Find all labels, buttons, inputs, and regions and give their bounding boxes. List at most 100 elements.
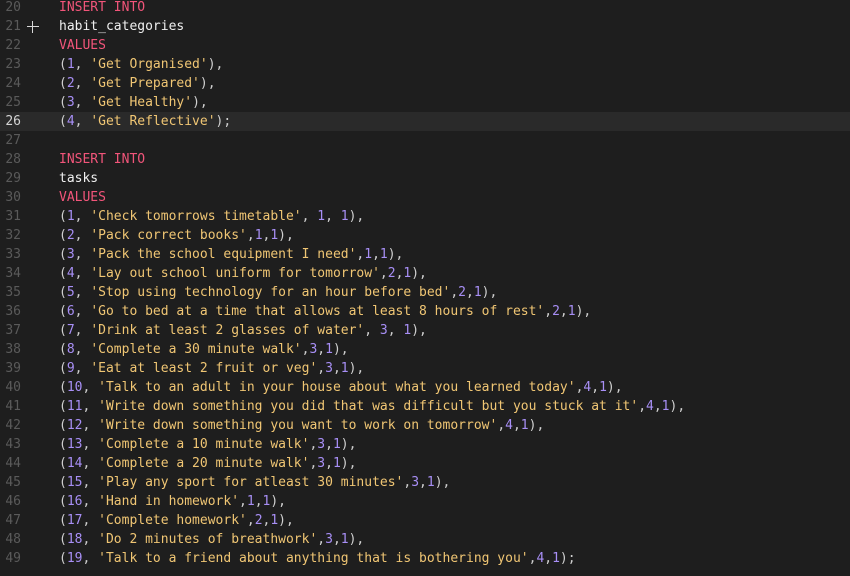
number-literal: 1: [520, 418, 529, 433]
code-text[interactable]: (14, 'Complete a 20 minute walk',3,1),: [59, 454, 356, 473]
code-line[interactable]: 39 (9, 'Eat at least 2 fruit or veg',3,1)…: [0, 359, 850, 378]
code-line[interactable]: 25 (3, 'Get Healthy'),: [0, 93, 850, 112]
code-line[interactable]: 22 VALUES: [0, 36, 850, 55]
punctuation: (: [59, 323, 67, 338]
code-text[interactable]: tasks: [59, 169, 98, 188]
code-text[interactable]: (1, 'Check tomorrows timetable', 1, 1),: [59, 207, 364, 226]
code-line[interactable]: 38 (8, 'Complete a 30 minute walk',3,1),: [0, 340, 850, 359]
code-line[interactable]: 31 (1, 'Check tomorrows timetable', 1, 1)…: [0, 207, 850, 226]
code-line[interactable]: 32 (2, 'Pack correct books',1,1),: [0, 226, 850, 245]
number-literal: 1: [661, 399, 670, 414]
code-line[interactable]: 42 (12, 'Write down something you want to…: [0, 416, 850, 435]
code-line[interactable]: 34 (4, 'Lay out school uniform for tomorr…: [0, 264, 850, 283]
code-text[interactable]: (1, 'Get Organised'),: [59, 55, 223, 74]
punctuation: (: [59, 494, 67, 509]
code-line[interactable]: 47 (17, 'Complete homework',2,1),: [0, 511, 850, 530]
punctuation: ,: [254, 494, 263, 509]
code-text[interactable]: (17, 'Complete homework',2,1),: [59, 511, 294, 530]
string-literal: 'Check tomorrows timetable': [90, 209, 302, 224]
punctuation: ,: [317, 342, 326, 357]
punctuation: ),: [481, 285, 498, 300]
code-text[interactable]: (19, 'Talk to a friend about anything th…: [59, 549, 576, 568]
code-text[interactable]: INSERT INTO: [59, 150, 145, 169]
add-comment-icon[interactable]: [27, 21, 39, 33]
code-text[interactable]: (16, 'Hand in homework',1,1),: [59, 492, 286, 511]
code-line[interactable]: 37 (7, 'Drink at least 2 glasses of water…: [0, 321, 850, 340]
code-text[interactable]: (6, 'Go to bed at a time that allows at …: [59, 302, 591, 321]
line-number: 47: [5, 513, 21, 528]
identifier: habit_categories: [59, 19, 185, 34]
code-line[interactable]: 33 (3, 'Pack the school equipment I need'…: [0, 245, 850, 264]
code-text[interactable]: (4, 'Lay out school uniform for tomorrow…: [59, 264, 427, 283]
code-line[interactable]: 30 VALUES: [0, 188, 850, 207]
punctuation: (: [59, 513, 67, 528]
code-text[interactable]: (5, 'Stop using technology for an hour b…: [59, 283, 497, 302]
number-literal: 1: [270, 228, 279, 243]
code-text[interactable]: (11, 'Write down something you did that …: [59, 397, 685, 416]
code-line[interactable]: 45 (15, 'Play any sport for atleast 30 mi…: [0, 473, 850, 492]
code-text[interactable]: VALUES: [59, 188, 106, 207]
number-literal: 4: [646, 399, 654, 414]
code-line[interactable]: 24 (2, 'Get Prepared'),: [0, 74, 850, 93]
code-line[interactable]: 26 (4, 'Get Reflective');: [0, 112, 850, 131]
code-line[interactable]: 35 (5, 'Stop using technology for an hour…: [0, 283, 850, 302]
code-text[interactable]: (2, 'Get Prepared'),: [59, 74, 216, 93]
number-literal: 8: [66, 342, 75, 357]
code-text[interactable]: (9, 'Eat at least 2 fruit or veg',3,1),: [59, 359, 364, 378]
punctuation: ,: [82, 494, 99, 509]
code-text[interactable]: habit_categories: [59, 17, 184, 36]
number-literal: 3: [317, 437, 326, 452]
code-text[interactable]: (18, 'Do 2 minutes of breathwork',3,1),: [59, 530, 364, 549]
code-text[interactable]: (13, 'Complete a 10 minute walk',3,1),: [59, 435, 356, 454]
code-text[interactable]: (3, 'Pack the school equipment I need',1…: [59, 245, 403, 264]
code-line[interactable]: 40 (10, 'Talk to an adult in your house a…: [0, 378, 850, 397]
line-number: 26: [5, 114, 21, 129]
code-line[interactable]: 23 (1, 'Get Organised'),: [0, 55, 850, 74]
code-editor[interactable]: 20 INSERT INTO 21 habit_categories 22 VALUES 2…: [0, 0, 850, 576]
code-text[interactable]: (3, 'Get Healthy'),: [59, 93, 208, 112]
line-number: 42: [5, 418, 21, 433]
punctuation: ,: [74, 342, 91, 357]
punctuation: ),: [348, 532, 365, 547]
code-line[interactable]: 27: [0, 131, 850, 150]
code-line[interactable]: 48 (18, 'Do 2 minutes of breathwork',3,1)…: [0, 530, 850, 549]
punctuation: (: [59, 266, 67, 281]
punctuation: ),: [340, 437, 357, 452]
code-line[interactable]: 44 (14, 'Complete a 20 minute walk',3,1),: [0, 454, 850, 473]
number-literal: 1: [66, 209, 75, 224]
punctuation: ,: [332, 532, 341, 547]
number-literal: 7: [66, 323, 75, 338]
number-literal: 1: [364, 247, 373, 262]
line-number: 37: [5, 323, 21, 338]
code-line[interactable]: 41 (11, 'Write down something you did tha…: [0, 397, 850, 416]
number-literal: 1: [340, 209, 349, 224]
code-text[interactable]: (4, 'Get Reflective');: [59, 112, 231, 131]
code-text[interactable]: INSERT INTO: [59, 0, 145, 17]
number-literal: 1: [379, 247, 388, 262]
code-line[interactable]: 43 (13, 'Complete a 10 minute walk',3,1),: [0, 435, 850, 454]
line-number: 28: [5, 152, 21, 167]
line-number: 32: [5, 228, 21, 243]
code-line[interactable]: 28 INSERT INTO: [0, 150, 850, 169]
number-literal: 14: [66, 456, 83, 471]
code-line[interactable]: 20 INSERT INTO: [0, 0, 850, 17]
code-line[interactable]: 21 habit_categories: [0, 17, 850, 36]
punctuation: (: [59, 437, 67, 452]
string-literal: 'Complete a 10 minute walk': [98, 437, 310, 452]
code-text[interactable]: (7, 'Drink at least 2 glasses of water',…: [59, 321, 427, 340]
code-text[interactable]: (12, 'Write down something you want to w…: [59, 416, 544, 435]
string-literal: 'Lay out school uniform for tomorrow': [90, 266, 380, 281]
number-literal: 2: [66, 76, 75, 91]
code-line[interactable]: 29 tasks: [0, 169, 850, 188]
code-line[interactable]: 36 (6, 'Go to bed at a time that allows a…: [0, 302, 850, 321]
code-text[interactable]: (2, 'Pack correct books',1,1),: [59, 226, 294, 245]
code-line[interactable]: 49 (19, 'Talk to a friend about anything …: [0, 549, 850, 568]
number-literal: 1: [599, 380, 607, 395]
code-text[interactable]: (8, 'Complete a 30 minute walk',3,1),: [59, 340, 349, 359]
code-text[interactable]: (10, 'Talk to an adult in your house abo…: [59, 378, 623, 397]
code-text[interactable]: (15, 'Play any sport for atleast 30 minu…: [59, 473, 450, 492]
code-line[interactable]: 46 (16, 'Hand in homework',1,1),: [0, 492, 850, 511]
line-number: 34: [5, 266, 21, 281]
punctuation: ,: [317, 532, 326, 547]
code-text[interactable]: VALUES: [59, 36, 106, 55]
